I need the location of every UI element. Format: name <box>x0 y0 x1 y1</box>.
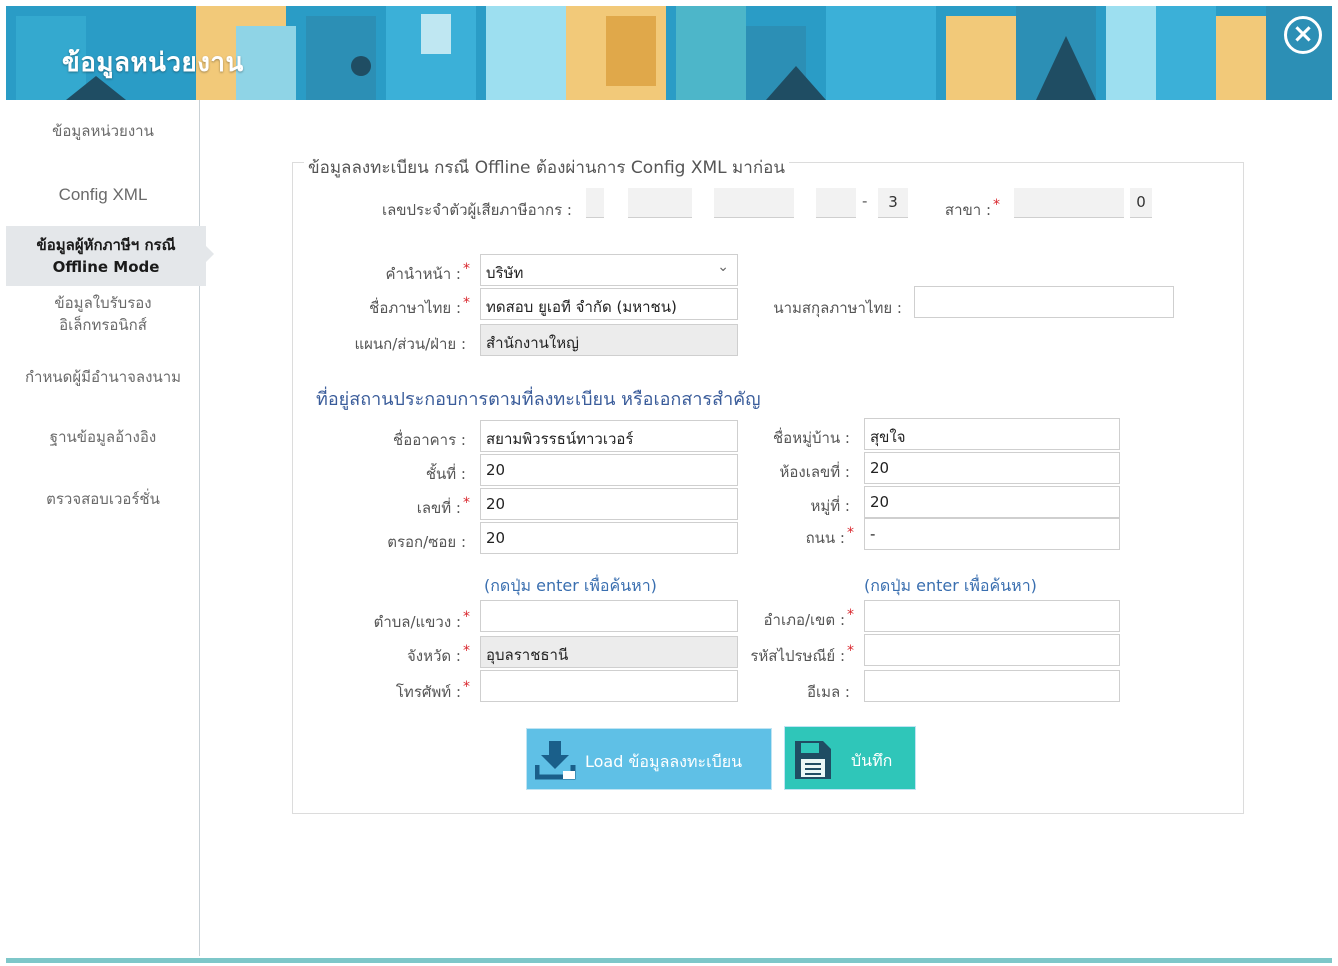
tax-id-digit-box[interactable]: 3 <box>878 188 908 218</box>
title-prefix-label: คำนำหน้า : * <box>385 261 470 283</box>
floppy-disk-icon <box>795 741 831 779</box>
province-label: จังหวัด : * <box>407 643 470 665</box>
sidebar-item-check-version[interactable]: ตรวจสอบเวอร์ชั่น <box>6 488 200 510</box>
moo-input[interactable]: 20 <box>864 486 1120 518</box>
save-button[interactable]: บันทึก <box>784 726 916 790</box>
building-input[interactable]: สยามพิวรรธน์ทาวเวอร์ <box>480 420 738 452</box>
floor-input[interactable]: 20 <box>480 454 738 486</box>
road-label: ถนน : * <box>805 525 854 547</box>
tax-id-dash: - <box>862 192 868 210</box>
number-input[interactable]: 20 <box>480 488 738 520</box>
sidebar-item-label: ข้อมูลใบรับรอง <box>54 294 152 312</box>
postal-code-label: รหัสไปรษณีย์ : * <box>750 643 854 665</box>
sidebar-item-label: ตรวจสอบเวอร์ชั่น <box>46 490 160 508</box>
floor-label: ชั้นที่ : <box>425 465 466 483</box>
sidebar-item-signer[interactable]: กำหนดผู้มีอำนาจลงนาม <box>6 366 200 388</box>
sidebar-item-label: ข้อมูลหน่วยงาน <box>52 122 154 140</box>
phone-label: โทรศัพท์ : * <box>395 679 470 701</box>
village-input[interactable]: สุขใจ <box>864 418 1120 450</box>
chevron-down-icon: ⌄ <box>717 259 729 275</box>
sidebar-item-label: กำหนดผู้มีอำนาจลงนาม <box>24 368 182 386</box>
road-input[interactable]: - <box>864 518 1120 550</box>
header-banner: ข้อมูลหน่วยงาน × <box>6 6 1332 100</box>
sidebar: ข้อมูลหน่วยงาน Config XML ข้อมูลผู้หักภา… <box>6 100 214 956</box>
room-input[interactable]: 20 <box>864 452 1120 484</box>
search-hint: (กดปุ่ม enter เพื่อค้นหา) <box>484 576 657 595</box>
district-input[interactable] <box>864 600 1120 632</box>
sidebar-item-config-xml[interactable]: Config XML <box>6 184 200 206</box>
number-label: เลขที่ : * <box>416 495 470 517</box>
sidebar-item-label: ฐานข้อมูลอ้างอิง <box>49 428 157 446</box>
village-label: ชื่อหมู่บ้าน : <box>773 429 850 447</box>
sidebar-item-offline-mode[interactable]: ข้อมูลผู้หักภาษีฯ กรณี Offline Mode <box>6 226 214 286</box>
branch-digit-box[interactable]: 0 <box>1130 188 1152 218</box>
tax-id-digit-box[interactable] <box>586 188 604 218</box>
tax-id-digit-box[interactable] <box>714 188 794 218</box>
department-label: แผนก/ส่วน/ฝ่าย : <box>354 335 466 353</box>
phone-input[interactable] <box>480 670 738 702</box>
thai-name-label: ชื่อภาษาไทย : * <box>369 295 470 317</box>
sidebar-item-reference-db[interactable]: ฐานข้อมูลอ้างอิง <box>6 426 200 448</box>
tax-id-label: เลขประจำตัวผู้เสียภาษีอากร : <box>381 201 572 219</box>
thai-name-input[interactable]: ทดสอบ ยูเอที จำกัด (มหาชน) <box>480 288 738 320</box>
load-button-label: Load ข้อมูลลงทะเบียน <box>585 752 743 771</box>
department-input[interactable]: สำนักงานใหญ่ <box>480 324 738 356</box>
email-label: อีเมล : <box>806 683 850 701</box>
download-icon <box>535 741 576 780</box>
sidebar-item-org-info[interactable]: ข้อมูลหน่วยงาน <box>6 120 200 142</box>
subdistrict-label: ตำบล/แขวง : * <box>373 609 470 631</box>
province-input[interactable]: อุบลราชธานี <box>480 636 738 668</box>
district-label: อำเภอ/เขต : * <box>763 607 854 629</box>
bottom-divider <box>6 958 1332 963</box>
close-icon[interactable]: × <box>1284 16 1322 54</box>
title-prefix-select[interactable]: บริษัท ⌄ <box>480 254 738 286</box>
save-button-label: บันทึก <box>851 751 893 770</box>
moo-label: หมู่ที่ : <box>810 497 851 515</box>
soi-label: ตรอก/ซอย : <box>387 533 466 551</box>
tax-id-digit-box[interactable] <box>628 188 692 218</box>
sidebar-item-label: ข้อมูลผู้หักภาษีฯ กรณี <box>36 236 176 254</box>
thai-surname-input[interactable] <box>914 286 1174 318</box>
branch-label: สาขา : * <box>944 197 1000 219</box>
postal-code-input[interactable] <box>864 634 1120 666</box>
search-hint: (กดปุ่ม enter เพื่อค้นหา) <box>864 576 1037 595</box>
sidebar-item-label: Config XML <box>58 185 148 204</box>
load-registration-button[interactable]: Load ข้อมูลลงทะเบียน <box>526 728 772 790</box>
form-legend: ข้อมูลลงทะเบียน กรณี Offline ต้องผ่านการ… <box>304 154 789 181</box>
subdistrict-input[interactable] <box>480 600 738 632</box>
sidebar-item-label: Offline Mode <box>52 258 160 276</box>
email-input[interactable] <box>864 670 1120 702</box>
thai-surname-label: นามสกุลภาษาไทย : <box>773 299 902 317</box>
room-label: ห้องเลขที่ : <box>779 463 850 481</box>
tax-id-digit-box[interactable] <box>816 188 856 218</box>
building-label: ชื่ออาคาร : <box>393 431 466 449</box>
sidebar-item-e-certificate[interactable]: ข้อมูลใบรับรอง อิเล็กทรอนิกส์ <box>6 292 200 336</box>
address-section-title: ที่อยู่สถานประกอบการตามที่ลงทะเบียน หรือ… <box>316 389 761 410</box>
soi-input[interactable]: 20 <box>480 522 738 554</box>
window-title: ข้อมูลหน่วยงาน <box>62 48 244 78</box>
branch-digit-box[interactable] <box>1014 188 1124 218</box>
sidebar-item-label: อิเล็กทรอนิกส์ <box>59 316 147 334</box>
